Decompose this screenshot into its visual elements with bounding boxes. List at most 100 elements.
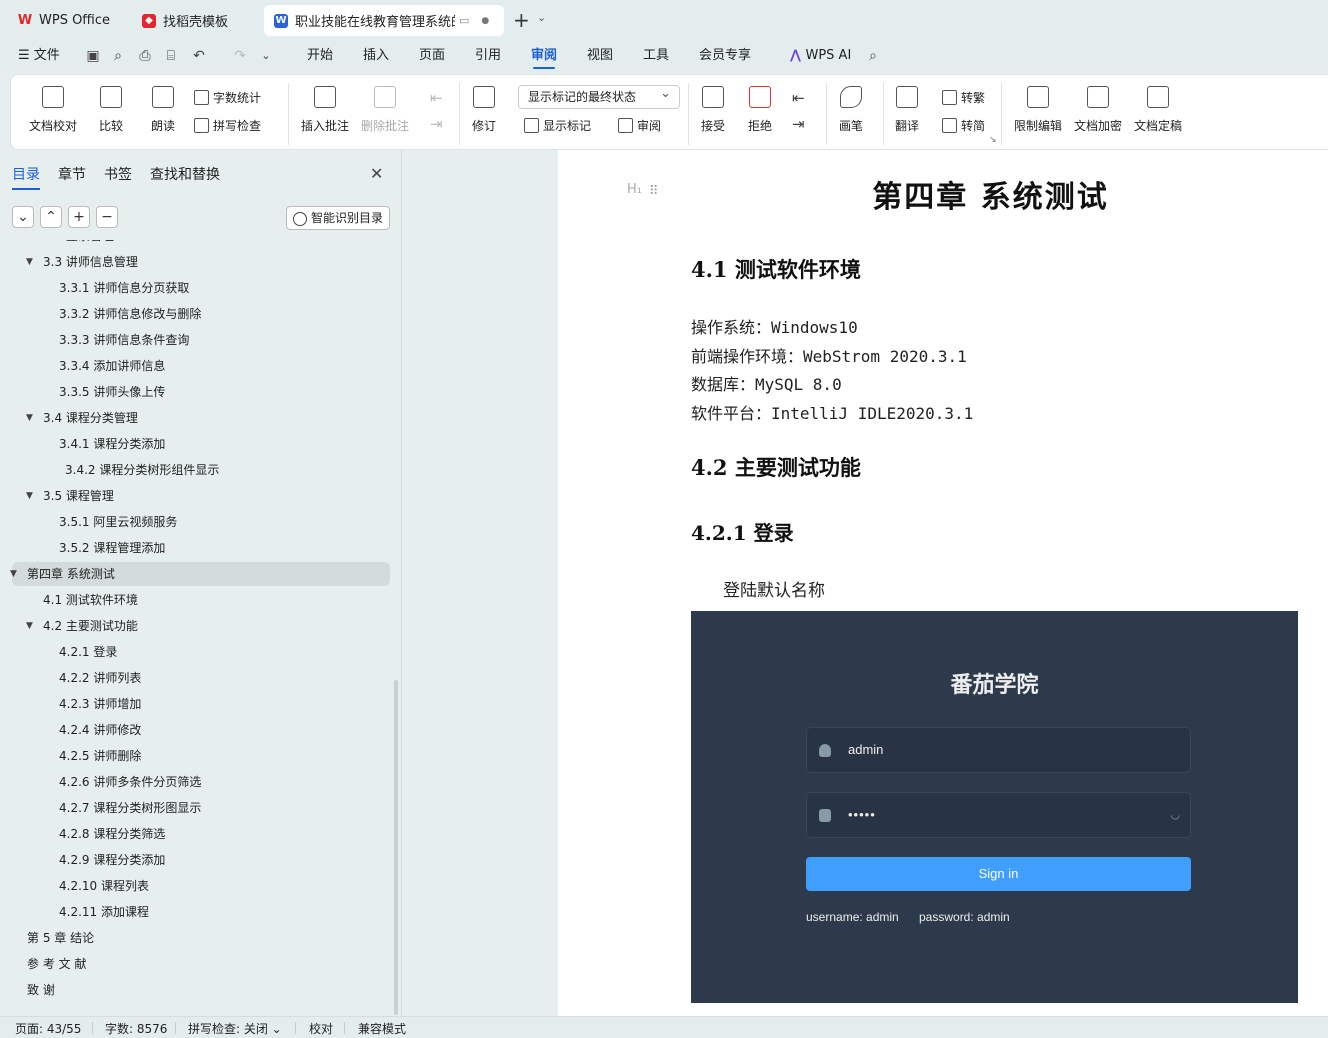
toc-item[interactable]: 4.2.9 课程分类添加 — [12, 848, 390, 872]
toc-item[interactable]: 4.2.10 课程列表 — [12, 874, 390, 898]
toc-item[interactable]: 3.4.1 课程分类添加 — [12, 432, 390, 456]
toc-scrollbar[interactable] — [394, 680, 398, 1015]
toc-item[interactable]: 4.2.6 讲师多条件分页筛选 — [12, 770, 390, 794]
delete-comment-button[interactable]: 删除批注 — [361, 86, 409, 134]
redo-icon[interactable]: ↷ — [232, 48, 248, 64]
toc-item[interactable]: 3.3.4 添加讲师信息 — [12, 354, 390, 378]
tab-chapters[interactable]: 章节 — [58, 164, 86, 184]
toc-item[interactable]: 4.1 测试软件环境 — [12, 588, 390, 612]
expand-arrow-icon[interactable]: ▼ — [10, 562, 17, 586]
smart-toc-button[interactable]: 智能识别目录 — [286, 206, 390, 230]
new-tab-icon[interactable]: + — [513, 8, 530, 32]
tab-find-replace[interactable]: 查找和替换 — [150, 164, 220, 184]
undo-icon[interactable]: ↶ — [191, 48, 207, 64]
menu-home[interactable]: 开始 — [307, 40, 333, 72]
toc-item[interactable]: ▼ 4.2 主要测试功能 — [12, 614, 390, 638]
close-tab-icon[interactable]: ● — [481, 16, 489, 26]
tab-toc[interactable]: 目录 — [12, 164, 40, 190]
read-aloud-button[interactable]: 朗读 — [151, 86, 175, 134]
chevron-down-icon[interactable]: ⌄ — [537, 11, 546, 24]
expand-group-icon[interactable]: ↘ — [989, 135, 997, 145]
prev-comment-icon[interactable]: ⇤ — [430, 89, 443, 107]
toc-item[interactable]: ▼ 3.5 课程管理 — [12, 484, 390, 508]
proof-status[interactable]: 校对 — [309, 1020, 333, 1037]
toc-item[interactable]: 4.2.8 课程分类筛选 — [12, 822, 390, 846]
menu-member[interactable]: 会员专享 — [699, 40, 751, 72]
spell-check-button[interactable]: 拼写检查 — [194, 117, 261, 134]
expand-arrow-icon[interactable]: ▼ — [26, 614, 33, 638]
expand-arrow-icon[interactable]: ▼ — [26, 250, 33, 274]
toc-item[interactable]: 3.5.2 课程管理添加 — [12, 536, 390, 560]
file-menu[interactable]: ☰ 文件 — [18, 40, 60, 72]
document-page[interactable]: H₁ ⠿ 第四章 系统测试 4.1 测试软件环境 操作系统：Windows10 … — [558, 150, 1328, 1016]
toc-item[interactable]: ▼ 3.4 课程分类管理 — [12, 406, 390, 430]
translate-button[interactable]: 翻译 — [895, 86, 919, 134]
toc-item[interactable]: 4.2.3 讲师增加 — [12, 692, 390, 716]
next-comment-icon[interactable]: ⇥ — [430, 115, 443, 133]
toc-item[interactable]: 4.2.7 课程分类树形图显示 — [12, 796, 390, 820]
toc-item[interactable]: 4.2.5 讲师删除 — [12, 744, 390, 768]
menu-review[interactable]: 审阅 — [531, 40, 557, 72]
monitor-icon[interactable]: ▭ — [459, 14, 469, 27]
toc-item[interactable]: 参 考 文 献 — [12, 952, 390, 976]
toc-item[interactable]: 3.3.1 讲师信息分页获取 — [12, 276, 390, 300]
accept-button[interactable]: 接受 — [701, 86, 725, 134]
pen-button[interactable]: 画笔 — [839, 86, 863, 134]
insert-comment-button[interactable]: 插入批注 — [301, 86, 349, 134]
tab-docer[interactable]: ◆ 找稻壳模板 — [132, 5, 258, 36]
menu-page[interactable]: 页面 — [419, 40, 445, 72]
expand-arrow-icon[interactable]: ▼ — [26, 406, 33, 430]
restrict-edit-button[interactable]: 限制编辑 — [1014, 86, 1062, 134]
to-simplified-button[interactable]: 转简 — [942, 117, 985, 134]
menu-reference[interactable]: 引用 — [475, 40, 501, 72]
toc-item[interactable]: ▼ 3.3 讲师信息管理 — [12, 250, 390, 274]
wps-ai-button[interactable]: ⋀ WPS AI — [790, 40, 851, 72]
print-icon[interactable]: ⎙ — [137, 48, 153, 64]
prev-change-icon[interactable]: ⇤ — [792, 89, 805, 107]
word-count-button[interactable]: 字数统计 — [194, 89, 261, 106]
page-indicator[interactable]: 页面: 43/55 — [15, 1020, 81, 1037]
toc-item[interactable]: 3.4.2 课程分类树形组件显示 — [12, 458, 390, 482]
expand-arrow-icon[interactable]: ▼ — [26, 484, 33, 508]
tab-document[interactable]: W 职业技能在线教育管理系统的设 ▭ ● — [264, 5, 504, 36]
doc-check-button[interactable]: 文档校对 — [29, 86, 77, 134]
menu-tools[interactable]: 工具 — [643, 40, 669, 72]
toc-item[interactable]: ▼ 第四章 系统测试 — [10, 562, 390, 586]
show-markup-button[interactable]: 显示标记 — [524, 117, 591, 134]
toc-item[interactable]: 4.2.4 讲师修改 — [12, 718, 390, 742]
finalize-button[interactable]: 文档定稿 — [1134, 86, 1182, 134]
collapse-all-button[interactable]: ⌃ — [40, 206, 62, 228]
expand-all-button[interactable]: ⌄ — [12, 206, 34, 228]
next-change-icon[interactable]: ⇥ — [792, 115, 805, 133]
tab-wps-office[interactable]: W WPS Office — [8, 5, 124, 36]
toc-item[interactable]: 4.2.1 登录 — [12, 640, 390, 664]
revise-button[interactable]: 修订 — [472, 86, 496, 134]
toc-item[interactable]: 致 谢 — [12, 978, 390, 1002]
spell-check-status[interactable]: 拼写检查: 关闭 ⌄ — [188, 1020, 282, 1037]
menu-insert[interactable]: 插入 — [363, 40, 389, 72]
pin-icon[interactable]: ⌕ — [110, 48, 126, 64]
add-heading-button[interactable]: + — [68, 206, 90, 228]
toc-item[interactable]: 3.3.2 讲师信息修改与删除 — [12, 302, 390, 326]
remove-heading-button[interactable]: − — [96, 206, 118, 228]
print-preview-icon[interactable]: ⌸ — [163, 48, 179, 64]
word-count-indicator[interactable]: 字数: 8576 — [105, 1020, 167, 1037]
toc-item[interactable]: 4.2.11 添加课程 — [12, 900, 390, 924]
toc-item[interactable]: 3.2 登录管理 — [12, 240, 390, 248]
markup-state-dropdown[interactable]: 显示标记的最终状态 — [518, 83, 680, 109]
toc-item[interactable]: 3.3.5 讲师头像上传 — [12, 380, 390, 404]
close-panel-icon[interactable]: ✕ — [370, 164, 383, 183]
toc-item[interactable]: 第 5 章 结论 — [12, 926, 390, 950]
encrypt-button[interactable]: 文档加密 — [1074, 86, 1122, 134]
compare-button[interactable]: 比较 — [99, 86, 123, 134]
save-icon[interactable]: ▣ — [85, 48, 101, 64]
menu-view[interactable]: 视图 — [587, 40, 613, 72]
tab-bookmarks[interactable]: 书签 — [104, 164, 132, 184]
search-icon[interactable]: ⌕ — [865, 48, 881, 64]
reject-button[interactable]: 拒绝 — [748, 86, 772, 134]
review-pane-button[interactable]: 审阅 — [618, 117, 661, 134]
toc-item[interactable]: 3.5.1 阿里云视频服务 — [12, 510, 390, 534]
to-traditional-button[interactable]: 转繁 — [942, 89, 985, 106]
more-chevron-icon[interactable]: ⌄ — [258, 48, 274, 64]
toc-item[interactable]: 4.2.2 讲师列表 — [12, 666, 390, 690]
